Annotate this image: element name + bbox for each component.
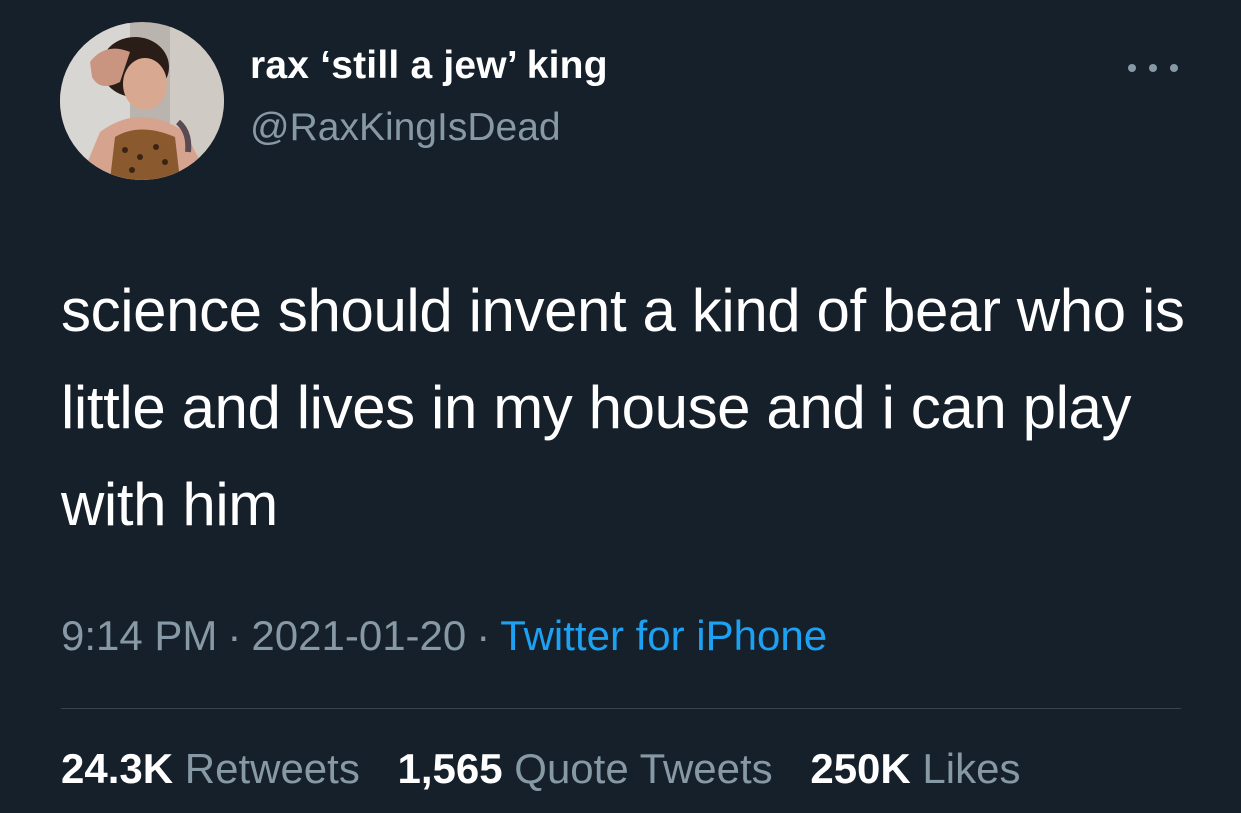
dot [1128, 64, 1136, 72]
quote-tweets-stat[interactable]: 1,565 Quote Tweets [398, 745, 773, 792]
author-display-name[interactable]: rax ‘still a jew’ king [250, 44, 608, 88]
tweet-card: rax ‘still a jew’ king @RaxKingIsDead sc… [0, 0, 1241, 813]
dot [1170, 64, 1178, 72]
meta-separator: · [476, 612, 491, 659]
tweet-stats: 24.3K Retweets 1,565 Quote Tweets 250K L… [61, 745, 1020, 793]
tweet-time[interactable]: 9:14 PM [61, 612, 217, 659]
tweet-meta: 9:14 PM · 2021-01-20 · Twitter for iPhone [61, 612, 827, 660]
tweet-date[interactable]: 2021-01-20 [251, 612, 466, 659]
retweets-count: 24.3K [61, 745, 174, 792]
likes-stat[interactable]: 250K Likes [810, 745, 1020, 792]
author-handle[interactable]: @RaxKingIsDead [250, 106, 561, 150]
divider [61, 708, 1181, 709]
retweets-label: Retweets [184, 745, 360, 792]
likes-count: 250K [810, 745, 911, 792]
more-options-icon[interactable] [1128, 58, 1178, 78]
likes-label: Likes [922, 745, 1021, 792]
dot [1149, 64, 1157, 72]
avatar[interactable] [60, 22, 224, 180]
avatar-photo [60, 22, 224, 180]
meta-separator: · [227, 612, 242, 659]
quote-tweets-count: 1,565 [397, 745, 503, 792]
retweets-stat[interactable]: 24.3K Retweets [61, 745, 360, 792]
tweet-text: science should invent a kind of bear who… [61, 277, 1185, 538]
tweet-source-link[interactable]: Twitter for iPhone [500, 612, 827, 659]
quote-tweets-label: Quote Tweets [514, 745, 773, 792]
